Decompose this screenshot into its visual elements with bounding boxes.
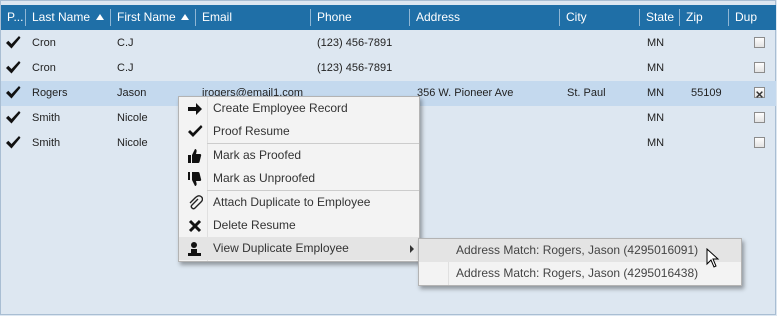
cell-first-name: Nicole [117, 112, 148, 124]
proofed-checkmark-icon [6, 36, 21, 49]
column-header-label: Zip [686, 10, 703, 24]
column-header-zip[interactable]: Zip [680, 5, 729, 30]
menu-item-label: Proof Resume [213, 124, 290, 138]
column-header-city[interactable]: City [560, 5, 640, 30]
cell-phone: (123) 456-7891 [317, 62, 393, 74]
menu-item-view-duplicate-employee[interactable]: View Duplicate Employee [179, 237, 419, 260]
cell-state: MN [647, 62, 665, 74]
checkmark-icon [188, 125, 203, 137]
menu-item-attach-duplicate[interactable]: Attach Duplicate to Employee [179, 191, 419, 214]
cell-first-name: C.J [117, 37, 134, 49]
dup-checkbox[interactable] [754, 62, 765, 73]
cell-first-name: Nicole [117, 137, 148, 149]
column-header-last-name[interactable]: Last Name [26, 5, 111, 30]
cell-first-name: C.J [117, 62, 134, 74]
menu-item-label: Mark as Proofed [213, 148, 302, 162]
submenu-item-address-match[interactable]: Address Match: Rogers, Jason (4295016091… [419, 239, 741, 262]
grid-header: P... Last Name First Name Email Phone Ad… [1, 5, 776, 30]
column-header-proofed[interactable]: P... [1, 5, 26, 30]
cell-last-name: Smith [32, 112, 61, 124]
cell-last-name: Cron [32, 62, 56, 74]
thumbs-down-icon [188, 172, 202, 186]
context-menu: Create Employee Record Proof Resume Mark… [178, 96, 420, 262]
menu-item-label: Create Employee Record [213, 101, 348, 115]
menu-item-label: Attach Duplicate to Employee [213, 195, 371, 209]
menu-item-delete-resume[interactable]: Delete Resume [179, 214, 419, 237]
sort-ascending-icon [181, 14, 189, 20]
duplicate-employee-submenu: Address Match: Rogers, Jason (4295016091… [418, 238, 742, 286]
cell-phone: (123) 456-7891 [317, 37, 393, 49]
cell-state: MN [647, 37, 665, 49]
menu-item-proof-resume[interactable]: Proof Resume [179, 120, 419, 143]
column-header-label: First Name [117, 10, 176, 24]
cell-zip: 55109 [691, 87, 722, 99]
proofed-checkmark-icon [6, 86, 21, 99]
menu-item-mark-as-proofed[interactable]: Mark as Proofed [179, 144, 419, 167]
submenu-item-label: Address Match: Rogers, Jason (4295016438… [456, 266, 699, 280]
mouse-pointer-icon [706, 248, 720, 268]
menu-item-mark-as-unproofed[interactable]: Mark as Unproofed [179, 167, 419, 190]
column-header-label: City [566, 10, 587, 24]
paperclip-icon [189, 195, 203, 210]
column-header-state[interactable]: State [640, 5, 680, 30]
cell-last-name: Cron [32, 37, 56, 49]
proofed-checkmark-icon [6, 136, 21, 149]
cell-state: MN [647, 112, 665, 124]
submenu-arrow-icon [410, 245, 414, 253]
checkbox-x-icon [756, 91, 763, 98]
column-header-label: P... [7, 10, 24, 24]
person-icon [188, 242, 201, 256]
submenu-item-address-match[interactable]: Address Match: Rogers, Jason (4295016438… [419, 262, 741, 285]
proofed-checkmark-icon [6, 61, 21, 74]
cell-first-name: Jason [117, 87, 147, 99]
dup-checkbox[interactable] [754, 87, 765, 98]
column-header-dup[interactable]: Dup [729, 5, 776, 30]
menu-item-label: Mark as Unproofed [213, 171, 316, 185]
column-header-phone[interactable]: Phone [311, 5, 410, 30]
menu-item-create-employee-record[interactable]: Create Employee Record [179, 97, 419, 120]
column-header-address[interactable]: Address [410, 5, 560, 30]
cell-last-name: Smith [32, 137, 61, 149]
dup-checkbox[interactable] [754, 112, 765, 123]
dup-checkbox[interactable] [754, 137, 765, 148]
column-header-label: Email [202, 10, 233, 24]
table-row[interactable]: Cron C.J (123) 456-7891 MN [1, 31, 776, 56]
cell-state: MN [647, 87, 665, 99]
submenu-item-label: Address Match: Rogers, Jason (4295016091… [456, 243, 699, 257]
column-header-label: Last Name [32, 10, 91, 24]
x-icon [188, 219, 202, 233]
resume-grid-app: P... Last Name First Name Email Phone Ad… [0, 0, 777, 316]
cell-state: MN [647, 137, 665, 149]
thumbs-up-icon [188, 149, 202, 163]
arrow-right-icon [188, 103, 202, 115]
column-header-label: Address [416, 10, 461, 24]
column-header-label: Phone [317, 10, 352, 24]
cell-last-name: Rogers [32, 87, 68, 99]
cell-city: St. Paul [567, 87, 606, 99]
dup-checkbox[interactable] [754, 37, 765, 48]
menu-item-label: Delete Resume [213, 218, 296, 232]
proofed-checkmark-icon [6, 111, 21, 124]
column-header-label: Dup [735, 10, 758, 24]
column-header-first-name[interactable]: First Name [111, 5, 196, 30]
sort-ascending-icon [96, 14, 104, 20]
table-row[interactable]: Cron C.J (123) 456-7891 MN [1, 56, 776, 81]
column-header-email[interactable]: Email [196, 5, 311, 30]
cell-address: 356 W. Pioneer Ave [417, 87, 514, 99]
menu-item-label: View Duplicate Employee [213, 241, 349, 255]
column-header-label: State [646, 10, 675, 24]
